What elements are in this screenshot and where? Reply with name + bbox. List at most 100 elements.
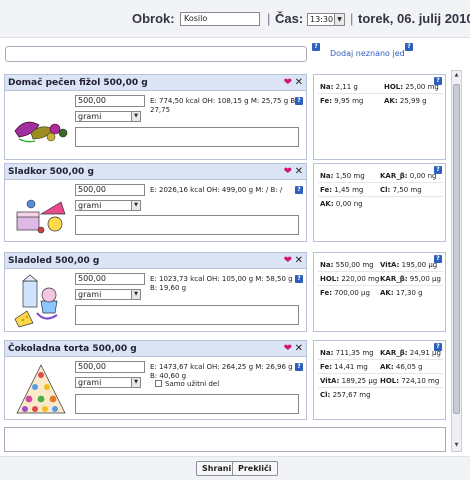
divider [318, 271, 443, 272]
close-icon[interactable]: ✕ [295, 77, 303, 88]
nutrient-item: Na: 1,50 mg [320, 172, 365, 180]
sweets-image [16, 199, 66, 234]
nutrient-panel: ? Na: 711,35 mg KAR_β: 24,91 μg Fe: 14,4… [313, 340, 446, 420]
unit-value: grami [78, 201, 102, 210]
divider [318, 373, 443, 374]
food-card-header: Čokoladna torta 500,00 g ❤ ✕ [5, 341, 306, 357]
food-card-header: Sladkor 500,00 g ❤ ✕ [5, 164, 306, 180]
unit-value: grami [78, 290, 102, 299]
help-icon[interactable]: ? [295, 275, 303, 283]
heart-icon[interactable]: ❤ [284, 343, 292, 354]
food-card-header: Sladoled 500,00 g ❤ ✕ [5, 253, 306, 269]
meal-input[interactable]: Kosilo [180, 12, 260, 26]
divider [318, 387, 443, 388]
help-icon[interactable]: ? [405, 43, 413, 51]
divider [318, 285, 443, 286]
nutrient-item: Fe: 700,00 μg [320, 289, 370, 297]
note-textarea[interactable] [75, 127, 299, 147]
scroll-up-icon[interactable]: ▲ [453, 72, 460, 80]
header-separator: | [350, 11, 354, 26]
heart-icon[interactable]: ❤ [284, 166, 292, 177]
edible-only-checkbox[interactable] [155, 380, 162, 387]
cancel-button[interactable]: Prekliči [232, 461, 278, 476]
comment-textarea[interactable] [4, 427, 446, 452]
heart-icon[interactable]: ❤ [284, 77, 292, 88]
unit-select[interactable]: grami ▼ [75, 289, 141, 300]
close-icon[interactable]: ✕ [295, 343, 303, 354]
scrollbar-thumb[interactable] [453, 84, 460, 414]
nutrient-item: KAR_β: 0,00 ng [380, 172, 437, 180]
nutrient-item: HOL: 724,10 mg [380, 377, 440, 385]
nutrient-item: AK: 25,99 g [384, 97, 427, 105]
nutrient-item: KAR_β: 24,91 μg [380, 349, 441, 357]
food-pyramid-image [16, 364, 66, 414]
dairy-image [14, 274, 58, 328]
edible-only-label: Samo užitni del [165, 380, 220, 388]
chevron-down-icon[interactable]: ▼ [131, 112, 140, 121]
close-icon[interactable]: ✕ [295, 166, 303, 177]
scrollbar[interactable]: ▲ ▼ [451, 70, 462, 452]
nutrient-item: Fe: 9,95 mg [320, 97, 364, 105]
food-card: Sladoled 500,00 g ❤ ✕ 500,00 grami ▼ E: … [4, 252, 307, 332]
quantity-input[interactable]: 500,00 [75, 184, 145, 196]
help-icon[interactable]: ? [295, 363, 303, 371]
nutrient-item: Fe: 14,41 mg [320, 363, 368, 371]
nutrient-item: Cl: 7,50 mg [380, 186, 422, 194]
divider [318, 196, 443, 197]
bottom-bar: Shrani Prekliči [0, 456, 470, 480]
help-icon[interactable]: ? [295, 97, 303, 105]
chevron-down-icon[interactable]: ▼ [131, 378, 140, 387]
note-textarea[interactable] [75, 394, 299, 414]
nutrient-item: Na: 2,11 g [320, 83, 358, 91]
help-icon[interactable]: ? [295, 186, 303, 194]
divider [318, 359, 443, 360]
unit-select[interactable]: grami ▼ [75, 200, 141, 211]
nutrient-item: Cl: 257,67 mg [320, 391, 371, 399]
nutrient-item: AK: 46,05 g [380, 363, 423, 371]
unit-select[interactable]: grami ▼ [75, 111, 141, 122]
nutrient-item: Na: 550,00 mg [320, 261, 374, 269]
food-title: Čokoladna torta 500,00 g [8, 344, 137, 354]
nutrient-item: AK: 17,30 g [380, 289, 423, 297]
note-textarea[interactable] [75, 305, 299, 325]
meal-label: Obrok: [132, 11, 175, 26]
food-card-header: Domač pečen fižol 500,00 g ❤ ✕ [5, 75, 306, 91]
macros-text: E: 2026,16 kcal OH: 499,00 g M: / B: / [150, 186, 283, 194]
baked-beans-image [14, 121, 68, 143]
nutrient-item: HOL: 220,00 mg [320, 275, 380, 283]
quantity-input[interactable]: 500,00 [75, 273, 145, 285]
quantity-input[interactable]: 500,00 [75, 361, 145, 373]
nutrient-item: HOL: 25,00 mg [384, 83, 439, 91]
chevron-down-icon[interactable]: ▼ [334, 14, 344, 25]
food-title: Sladkor 500,00 g [8, 167, 94, 177]
help-icon[interactable]: ? [312, 43, 320, 51]
unit-select[interactable]: grami ▼ [75, 377, 141, 388]
food-search-input[interactable] [5, 46, 307, 62]
unit-value: grami [78, 112, 102, 121]
time-select[interactable]: 13:30 ▼ [307, 13, 345, 26]
nutrient-item: Na: 711,35 mg [320, 349, 374, 357]
close-icon[interactable]: ✕ [295, 255, 303, 266]
top-bar: Obrok: Kosilo | Čas: 13:30 ▼ | torek, 06… [0, 0, 470, 38]
date-label: torek, 06. julij 2010 [358, 11, 470, 26]
header-separator: | [267, 11, 271, 26]
macros-text: E: 1023,73 kcal OH: 105,00 g M: 58,50 g … [150, 275, 293, 292]
food-title: Sladoled 500,00 g [8, 256, 100, 266]
add-unknown-food-link[interactable]: Dodaj neznano jed [330, 49, 405, 58]
food-card: Čokoladna torta 500,00 g ❤ ✕ 500,00 gram… [4, 340, 307, 420]
nutrient-item: VitA: 195,00 μg [380, 261, 438, 269]
unit-value: grami [78, 378, 102, 387]
nutrient-item: AK: 0,00 ng [320, 200, 363, 208]
scroll-down-icon[interactable]: ▼ [453, 442, 460, 450]
food-card: Domač pečen fižol 500,00 g ❤ ✕ 500,00 gr… [4, 74, 307, 160]
heart-icon[interactable]: ❤ [284, 255, 292, 266]
divider [318, 93, 443, 94]
note-textarea[interactable] [75, 215, 299, 235]
quantity-input[interactable]: 500,00 [75, 95, 145, 107]
nutrient-item: Fe: 1,45 mg [320, 186, 364, 194]
chevron-down-icon[interactable]: ▼ [131, 290, 140, 299]
time-value: 13:30 [310, 15, 334, 24]
nutrient-panel: ? Na: 2,11 g HOL: 25,00 mg Fe: 9,95 mg A… [313, 74, 446, 160]
macros-text: E: 774,50 kcal OH: 108,15 g M: 25,75 g B… [150, 97, 298, 114]
chevron-down-icon[interactable]: ▼ [131, 201, 140, 210]
